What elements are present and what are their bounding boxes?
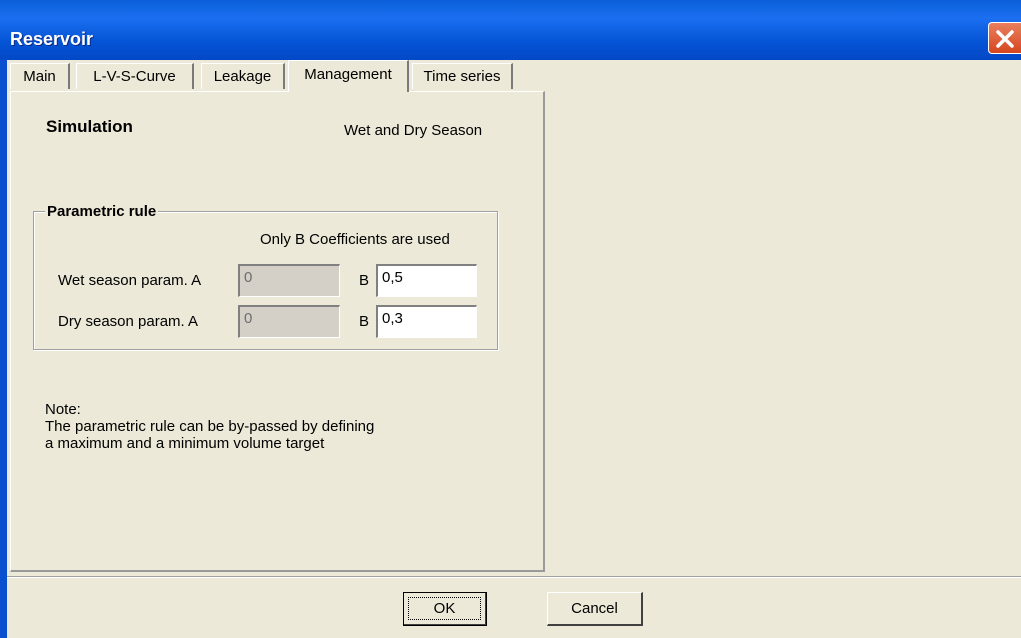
note-line: The parametric rule can be by-passed by … [45,418,375,435]
tab-label: Main [23,68,56,85]
tab-label: Time series [423,68,501,85]
tab-label: Management [304,66,392,83]
close-icon [996,30,1014,48]
wet-param-a-field: 0 [238,264,340,297]
wet-season-label: Wet season param. A [58,272,202,289]
tab-lvs-curve[interactable]: L-V-S-Curve [76,63,194,89]
tab-management[interactable]: Management [288,60,409,92]
wet-param-b-input[interactable]: 0,5 [376,264,477,297]
cancel-label: Cancel [571,600,618,617]
tab-time-series[interactable]: Time series [412,63,513,89]
coefficient-note: Only B Coefficients are used [260,231,450,248]
title-bar[interactable]: Reservoir [0,0,1021,60]
window-title: Reservoir [10,29,94,49]
note-line: a maximum and a minimum volume target [45,435,325,452]
tab-leakage[interactable]: Leakage [201,63,285,89]
simulation-heading: Simulation [46,117,133,136]
dry-param-b-input[interactable]: 0,3 [376,305,477,338]
season-mode-label: Wet and Dry Season [344,122,483,139]
dry-param-a-field: 0 [238,305,340,338]
focus-rect [408,597,481,620]
dry-b-label: B [359,313,370,330]
ok-button[interactable]: OK [403,592,487,626]
window-border [0,60,7,638]
parametric-rule-legend: Parametric rule [45,203,159,220]
wet-b-label: B [359,272,370,289]
dry-season-label: Dry season param. A [58,313,199,330]
tab-main[interactable]: Main [10,63,70,89]
note-line: Note: [45,401,81,418]
cancel-button[interactable]: Cancel [547,592,643,626]
note-text: Note: The parametric rule can be by-pass… [45,401,374,452]
close-button[interactable] [988,22,1021,54]
tab-label: Leakage [213,68,272,85]
button-separator [7,576,1021,578]
tab-label: L-V-S-Curve [93,68,176,85]
